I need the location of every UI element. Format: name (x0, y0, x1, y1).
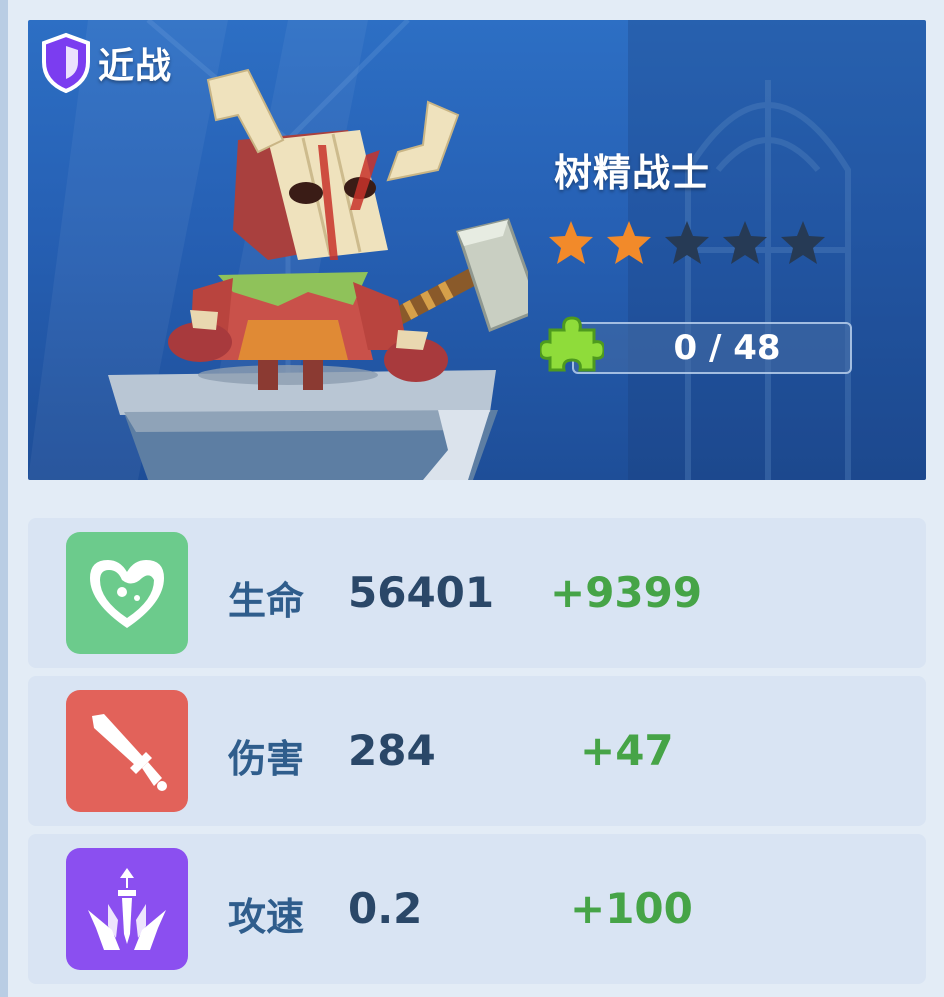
shield-icon (42, 32, 90, 94)
heart-potion-icon (66, 532, 188, 654)
attack-speed-icon (66, 848, 188, 970)
star-rating (546, 218, 836, 268)
stat-label: 生命 (228, 579, 305, 623)
stat-value: 284 (348, 726, 436, 775)
star-filled-icon (607, 221, 651, 264)
stat-row-attack-speed: 攻速 0.2 +100 (28, 834, 926, 984)
star-empty-icon (665, 221, 709, 264)
unit-name: 树精战士 (554, 151, 711, 195)
star-filled-icon (549, 221, 593, 264)
unit-type-label: 近战 (98, 46, 173, 87)
tree-warrior-character (168, 68, 528, 390)
stat-value: 56401 (348, 568, 495, 617)
stat-bonus: +9399 (550, 568, 703, 617)
stat-label: 伤害 (228, 737, 305, 781)
left-edge-strip (0, 0, 8, 997)
star-empty-icon (781, 221, 825, 264)
shard-progress-text: 0 / 48 (673, 328, 781, 368)
stat-row-damage: 伤害 284 +47 (28, 676, 926, 826)
sword-icon (66, 690, 188, 812)
unit-detail-page: 近战 树精战士 0 / 48 生命 56401 +9399 伤害 284 +47… (0, 0, 944, 997)
stat-bonus: +47 (580, 726, 674, 775)
unit-type-badge: 近战 (40, 32, 172, 94)
stat-value: 0.2 (348, 884, 423, 933)
star-empty-icon (723, 221, 767, 264)
stat-row-health: 生命 56401 +9399 (28, 518, 926, 668)
stat-bonus: +100 (570, 884, 693, 933)
shard-progress-bar: 0 / 48 (572, 322, 852, 374)
stat-label: 攻速 (228, 895, 305, 939)
puzzle-shard-icon (540, 316, 604, 372)
unit-hero-banner: 近战 树精战士 0 / 48 (28, 20, 926, 480)
